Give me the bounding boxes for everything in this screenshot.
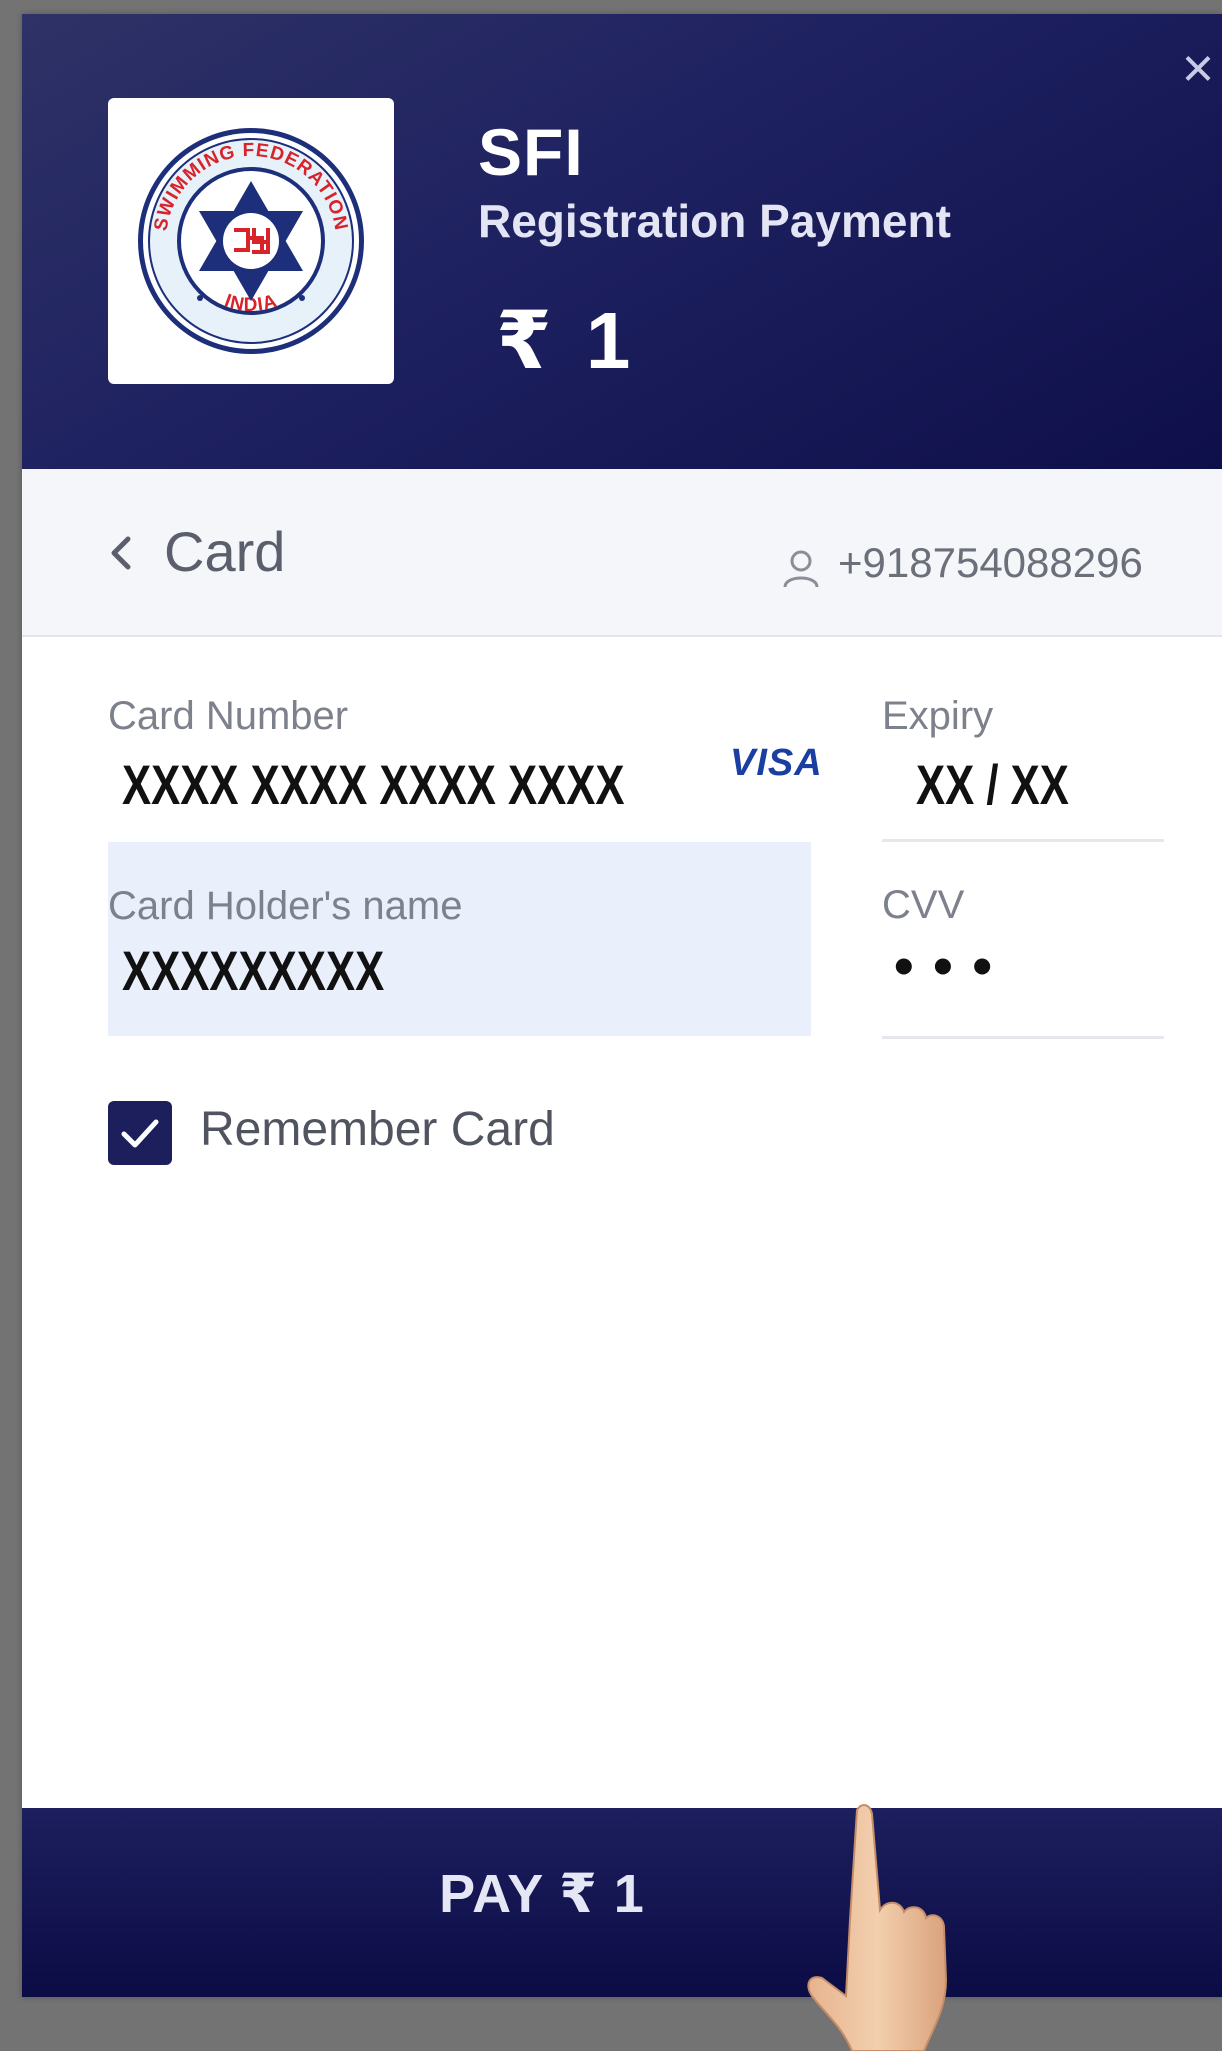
cvv-input[interactable]: • • • xyxy=(894,933,994,998)
payment-description: Registration Payment xyxy=(478,195,951,247)
close-button[interactable]: × xyxy=(1168,38,1222,98)
merchant-name: SFI xyxy=(478,115,584,189)
card-holder-label: Card Holder's name xyxy=(108,884,463,928)
remember-card-checkbox[interactable] xyxy=(108,1101,172,1165)
cvv-field[interactable]: CVV • • • xyxy=(882,869,1164,1039)
pay-button-label: PAY ₹ 1 xyxy=(439,1864,645,1924)
card-number-field[interactable]: Card Number XXXX XXXX XXXX XXXX VISA xyxy=(108,674,822,842)
sfi-logo-icon: SWIMMING FEDERATION INDIA xyxy=(138,128,364,354)
expiry-input[interactable]: XX / XX xyxy=(916,752,1069,817)
payment-amount: ₹ 1 xyxy=(496,296,637,385)
card-number-label: Card Number xyxy=(108,694,349,738)
expiry-label: Expiry xyxy=(882,694,994,738)
remember-card-label[interactable]: Remember Card xyxy=(200,1102,555,1157)
method-bar: Card +918754088296 xyxy=(22,469,1222,637)
payment-method-title: Card xyxy=(164,520,286,583)
pay-button[interactable]: PAY ₹ 1 xyxy=(22,1808,1222,1997)
payment-modal: × SWIMMING FEDERATION INDIA SFI Registra… xyxy=(22,14,1222,1997)
cvv-label: CVV xyxy=(882,883,965,927)
card-holder-input[interactable]: XXXXXXXXX xyxy=(122,938,384,1003)
card-number-input[interactable]: XXXX XXXX XXXX XXXX xyxy=(122,752,625,817)
pointing-hand-icon xyxy=(807,1804,948,2051)
modal-header: × SWIMMING FEDERATION INDIA SFI Registra… xyxy=(22,14,1222,469)
chevron-left-icon[interactable] xyxy=(102,533,142,573)
contact-phone[interactable]: +918754088296 xyxy=(838,539,1143,587)
card-holder-field[interactable]: Card Holder's name XXXXXXXXX xyxy=(108,842,811,1036)
expiry-field[interactable]: Expiry XX / XX xyxy=(882,674,1164,842)
visa-brand-icon: VISA xyxy=(730,742,823,785)
user-icon xyxy=(783,550,819,588)
checkmark-icon xyxy=(121,1119,159,1148)
merchant-logo: SWIMMING FEDERATION INDIA xyxy=(108,98,394,384)
visa-brand-label: VISA xyxy=(730,742,823,784)
